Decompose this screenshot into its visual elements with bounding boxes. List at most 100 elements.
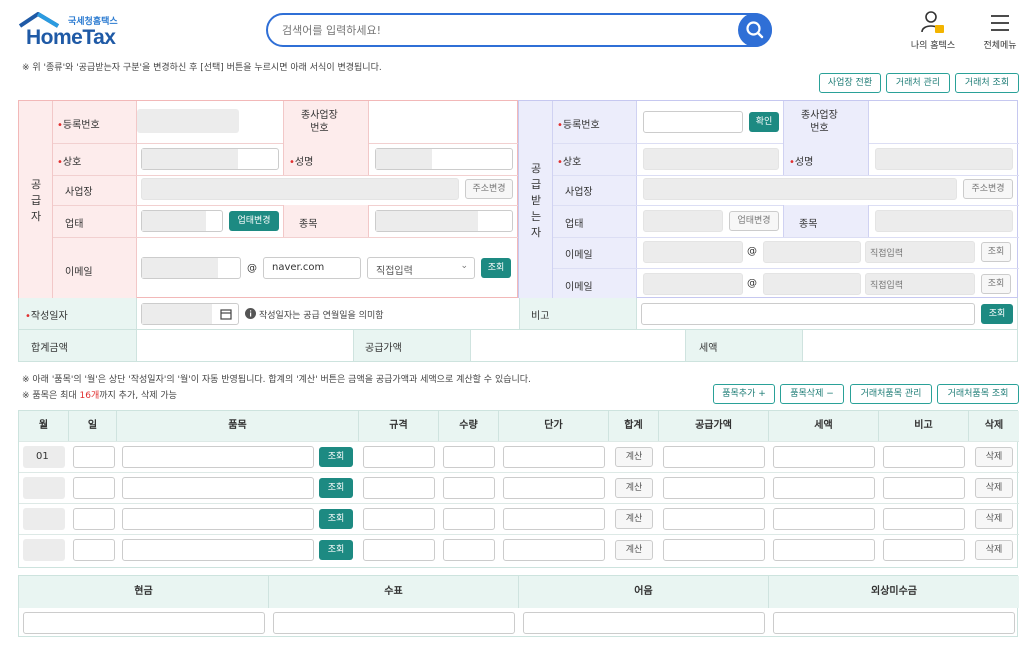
supplier-address-input	[141, 178, 459, 200]
item-input[interactable]	[122, 446, 314, 468]
supplier-email-domain-input[interactable]: naver.com	[263, 257, 361, 279]
partner-item-manage-button[interactable]: 거래처품목 관리	[850, 384, 932, 404]
day-input[interactable]	[73, 539, 115, 561]
delete-row-button[interactable]: 삭제	[975, 509, 1013, 529]
col-item: 품목	[117, 411, 359, 441]
col-supply: 공급가액	[659, 411, 769, 441]
receiver-address-change-button[interactable]: 주소변경	[963, 179, 1013, 199]
partner-manage-button[interactable]: 거래처 관리	[886, 73, 950, 93]
day-input[interactable]	[73, 446, 115, 468]
calendar-icon[interactable]	[220, 308, 232, 320]
payment-credit-input[interactable]	[773, 612, 1015, 634]
spec-input[interactable]	[363, 539, 435, 561]
partner-search-button[interactable]: 거래처 조회	[955, 73, 1019, 93]
supply-input[interactable]	[663, 508, 765, 530]
item-input[interactable]	[122, 539, 314, 561]
supplier-email-id-input[interactable]	[141, 257, 241, 279]
remark-search-button[interactable]: 조회	[981, 304, 1013, 324]
tax-input[interactable]	[773, 539, 875, 561]
payment-cash-input[interactable]	[23, 612, 265, 634]
col-unit-price: 단가	[499, 411, 609, 441]
spec-input[interactable]	[363, 446, 435, 468]
date-input[interactable]	[141, 303, 239, 325]
item-search-button[interactable]: 조회	[319, 509, 353, 529]
receiver-biz-type-change-button[interactable]: 업태변경	[729, 211, 779, 231]
supplier-email-domain-select[interactable]: 직접입력 ⌄	[367, 257, 475, 279]
supplier-section: 공 급 자 •등록번호 종사업장 번호 •상호 •성명 사업장 주소변경 업태 …	[18, 100, 519, 299]
supplier-item-input[interactable]	[375, 210, 513, 232]
remark-cell-input[interactable]	[883, 477, 965, 499]
delete-row-button[interactable]: 삭제	[975, 478, 1013, 498]
supplier-company-input[interactable]	[141, 148, 279, 170]
receiver-email1-search-button[interactable]: 조회	[981, 242, 1011, 262]
remark-cell-input[interactable]	[883, 539, 965, 561]
all-menu-button[interactable]: 전체메뉴	[978, 10, 1022, 51]
info-icon	[245, 308, 256, 319]
supply-input[interactable]	[663, 539, 765, 561]
search-button[interactable]	[738, 13, 772, 47]
receiver-email2-at: @	[747, 278, 757, 289]
calc-button[interactable]: 계산	[615, 509, 653, 529]
supplier-biz-type-change-button[interactable]: 업태변경	[229, 211, 279, 231]
remark-cell-input[interactable]	[883, 446, 965, 468]
delete-row-button[interactable]: 삭제	[975, 447, 1013, 467]
supplier-email-label: 이메일	[65, 267, 93, 278]
delete-item-button[interactable]: 품목삭제 −	[780, 384, 844, 404]
table-row: 조회 계산 삭제	[19, 503, 1019, 534]
supply-input[interactable]	[663, 477, 765, 499]
spec-input[interactable]	[363, 508, 435, 530]
receiver-reg-no-label: •등록번호	[557, 120, 600, 131]
receiver-email2-search-button[interactable]: 조회	[981, 274, 1011, 294]
supply-input[interactable]	[663, 446, 765, 468]
supplier-side-label: 공 급 자	[30, 178, 42, 223]
calc-button[interactable]: 계산	[615, 478, 653, 498]
day-input[interactable]	[73, 477, 115, 499]
supplier-email-search-button[interactable]: 조회	[481, 258, 511, 278]
remark-cell-input[interactable]	[883, 508, 965, 530]
my-hometax-label: 나의 홈텍스	[910, 41, 956, 51]
supply-amount-label: 공급가액	[365, 343, 402, 354]
add-item-button[interactable]: 품목추가 +	[713, 384, 775, 404]
qty-input[interactable]	[443, 446, 495, 468]
supplier-sub-biz-label: 종사업장 번호	[301, 110, 338, 134]
receiver-reg-no-input[interactable]	[643, 111, 743, 133]
partner-item-search-button[interactable]: 거래처품목 조회	[937, 384, 1019, 404]
spec-input[interactable]	[363, 477, 435, 499]
calc-button[interactable]: 계산	[615, 540, 653, 560]
supplier-biz-type-input[interactable]	[141, 210, 223, 232]
supplier-biz-type-label: 업태	[65, 219, 84, 230]
receiver-email1-domain-input	[763, 241, 861, 263]
item-search-button[interactable]: 조회	[319, 447, 353, 467]
unit-price-input[interactable]	[503, 508, 605, 530]
search-input[interactable]	[282, 22, 702, 38]
delete-row-button[interactable]: 삭제	[975, 540, 1013, 560]
receiver-confirm-button[interactable]: 확인	[749, 112, 779, 132]
qty-input[interactable]	[443, 539, 495, 561]
supplier-name-input[interactable]	[375, 148, 513, 170]
payment-check-input[interactable]	[273, 612, 515, 634]
item-search-button[interactable]: 조회	[319, 540, 353, 560]
tax-input[interactable]	[773, 477, 875, 499]
unit-price-input[interactable]	[503, 446, 605, 468]
receiver-email2-domain-input	[763, 273, 861, 295]
item-input[interactable]	[122, 508, 314, 530]
qty-input[interactable]	[443, 508, 495, 530]
qty-input[interactable]	[443, 477, 495, 499]
unit-price-input[interactable]	[503, 539, 605, 561]
tax-input[interactable]	[773, 446, 875, 468]
my-hometax-button[interactable]: 나의 홈텍스	[905, 10, 961, 51]
item-input[interactable]	[122, 477, 314, 499]
hometax-logo[interactable]: 국세청홈택스 HomeTax	[18, 12, 128, 49]
supplier-address-change-button[interactable]: 주소변경	[465, 179, 513, 199]
tax-input[interactable]	[773, 508, 875, 530]
receiver-address-label: 사업장	[565, 187, 593, 198]
payment-bill-input[interactable]	[523, 612, 765, 634]
unit-price-input[interactable]	[503, 477, 605, 499]
item-search-button[interactable]: 조회	[319, 478, 353, 498]
supplier-address-label: 사업장	[65, 187, 93, 198]
remark-input[interactable]	[641, 303, 975, 325]
switch-business-button[interactable]: 사업장 전환	[819, 73, 881, 93]
day-input[interactable]	[73, 508, 115, 530]
calc-button[interactable]: 계산	[615, 447, 653, 467]
date-row: •작성일자 작성일자는 공급 연월일을 의미함 비고 조회	[18, 298, 1018, 330]
